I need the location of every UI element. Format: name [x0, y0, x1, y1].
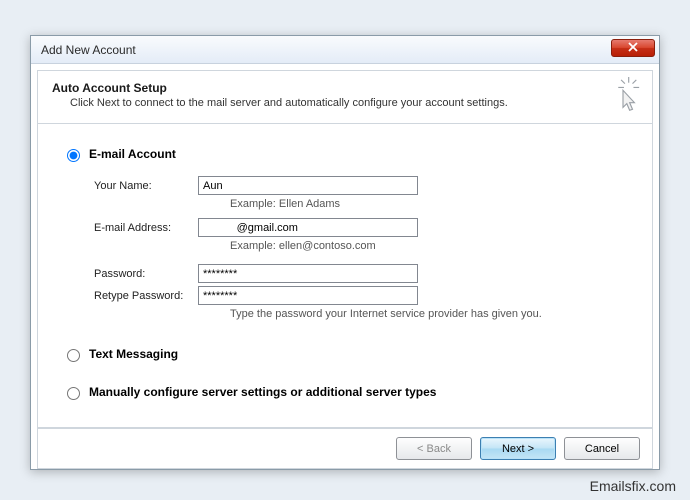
- header-panel: Auto Account Setup Click Next to connect…: [37, 70, 653, 124]
- next-button[interactable]: Next >: [480, 437, 556, 460]
- header-subtitle: Click Next to connect to the mail server…: [70, 97, 640, 109]
- email-field[interactable]: [198, 218, 418, 237]
- window-title: Add New Account: [41, 43, 136, 57]
- radio-email-account[interactable]: [67, 149, 80, 162]
- radio-manual-config[interactable]: [67, 387, 80, 400]
- email-hint: Example: ellen@contoso.com: [230, 240, 632, 252]
- watermark: Emailsfix.com: [590, 478, 676, 494]
- row-password: Password:: [94, 264, 632, 283]
- your-name-label: Your Name:: [94, 180, 198, 192]
- email-form: Your Name: Example: Ellen Adams E-mail A…: [94, 176, 632, 320]
- radio-text-messaging-label: Text Messaging: [89, 347, 178, 361]
- cursor-icon: [604, 77, 642, 115]
- password-hint: Type the password your Internet service …: [230, 308, 632, 320]
- password-field[interactable]: [198, 264, 418, 283]
- back-button: < Back: [396, 437, 472, 460]
- your-name-hint: Example: Ellen Adams: [230, 198, 632, 210]
- row-email: E-mail Address:: [94, 218, 632, 237]
- retype-password-label: Retype Password:: [94, 290, 198, 302]
- wizard-body: Auto Account Setup Click Next to connect…: [31, 64, 659, 469]
- password-label: Password:: [94, 268, 198, 280]
- row-your-name: Your Name:: [94, 176, 632, 195]
- header-title: Auto Account Setup: [52, 81, 640, 95]
- row-retype-password: Retype Password:: [94, 286, 632, 305]
- cancel-button[interactable]: Cancel: [564, 437, 640, 460]
- your-name-field[interactable]: [198, 176, 418, 195]
- titlebar: Add New Account: [31, 36, 659, 64]
- content-area: E-mail Account Your Name: Example: Ellen…: [37, 124, 653, 428]
- radio-email-account-label: E-mail Account: [89, 147, 176, 161]
- email-label: E-mail Address:: [94, 222, 198, 234]
- add-account-dialog: Add New Account Auto Account Setup Click…: [30, 35, 660, 470]
- option-manual-config[interactable]: Manually configure server settings or ad…: [62, 384, 632, 400]
- close-button[interactable]: [611, 39, 655, 57]
- option-email-account[interactable]: E-mail Account: [62, 146, 632, 162]
- option-text-messaging[interactable]: Text Messaging: [62, 346, 632, 362]
- button-bar: < Back Next > Cancel: [37, 428, 653, 469]
- close-icon: [628, 42, 638, 55]
- retype-password-field[interactable]: [198, 286, 418, 305]
- radio-text-messaging[interactable]: [67, 349, 80, 362]
- radio-manual-config-label: Manually configure server settings or ad…: [89, 385, 436, 399]
